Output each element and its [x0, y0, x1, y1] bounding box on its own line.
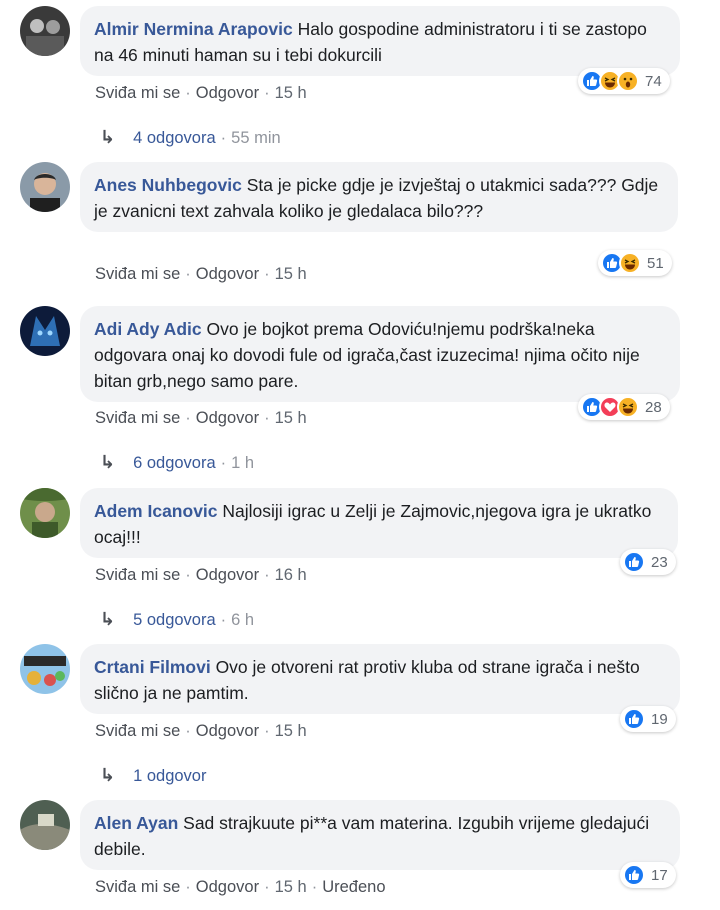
comment-actions: Sviđa mi se · Odgovor · 15 h	[95, 265, 307, 283]
replies-count[interactable]: 1 odgovor	[133, 767, 206, 785]
comment-actions: Sviđa mi se · Odgovor · 15 h	[95, 722, 307, 740]
like-link[interactable]: Sviđa mi se	[95, 722, 180, 740]
like-link[interactable]: Sviđa mi se	[95, 566, 180, 584]
reply-link[interactable]: Odgovor	[196, 84, 259, 102]
like-reaction-icon	[623, 551, 645, 573]
reaction-summary[interactable]: 51	[598, 250, 672, 276]
reaction-count: 17	[651, 866, 668, 884]
reaction-summary[interactable]: 23	[620, 549, 676, 575]
comment-timestamp[interactable]: 15 h	[275, 878, 307, 896]
wow-reaction-icon	[617, 70, 639, 92]
reaction-summary[interactable]: 19	[620, 706, 676, 732]
comment-author[interactable]: Almir Nermina Arapovic	[94, 19, 293, 39]
haha-reaction-icon	[617, 396, 639, 418]
reply-link[interactable]: Odgovor	[196, 878, 259, 896]
like-reaction-icon	[623, 864, 645, 886]
like-link[interactable]: Sviđa mi se	[95, 84, 180, 102]
reply-arrow-icon: ↳	[100, 452, 116, 472]
comment-bubble: Anes Nuhbegovic Sta je picke gdje je izv…	[80, 162, 678, 232]
reply-link[interactable]: Odgovor	[196, 722, 259, 740]
comment-author[interactable]: Anes Nuhbegovic	[94, 175, 242, 195]
avatar[interactable]	[20, 306, 70, 356]
reaction-count: 28	[645, 398, 662, 416]
comment-timestamp[interactable]: 15 h	[275, 84, 307, 102]
comment-timestamp[interactable]: 15 h	[275, 722, 307, 740]
reaction-count: 23	[651, 553, 668, 571]
reaction-summary[interactable]: 74	[578, 68, 670, 94]
comment-actions: Sviđa mi se · Odgovor · 15 h	[95, 84, 307, 102]
replies-time: 55 min	[231, 129, 281, 147]
comment-author[interactable]: Adem Icanovic	[94, 501, 218, 521]
reply-link[interactable]: Odgovor	[196, 566, 259, 584]
reaction-count: 74	[645, 72, 662, 90]
avatar[interactable]	[20, 488, 70, 538]
avatar[interactable]	[20, 800, 70, 850]
comment-feed: Almir Nermina Arapovic Halo gospodine ad…	[0, 0, 720, 910]
like-link[interactable]: Sviđa mi se	[95, 878, 180, 896]
reaction-count: 19	[651, 710, 668, 728]
comment-text: Sad strajkuute pi**a vam materina. Izgub…	[94, 813, 650, 859]
comment-bubble: Adi Ady Adic Ovo je bojkot prema Odoviću…	[80, 306, 680, 402]
comment-bubble: Alen Ayan Sad strajkuute pi**a vam mater…	[80, 800, 680, 870]
comment-timestamp[interactable]: 16 h	[275, 566, 307, 584]
comment-bubble: Crtani Filmovi Ovo je otvoreni rat proti…	[80, 644, 680, 714]
reaction-summary[interactable]: 17	[620, 862, 676, 888]
comment-author[interactable]: Crtani Filmovi	[94, 657, 211, 677]
comment-bubble: Adem Icanovic Najlosiji igrac u Zelji je…	[80, 488, 678, 558]
comment-timestamp[interactable]: 15 h	[275, 265, 307, 283]
comment-actions: Sviđa mi se · Odgovor · 16 h	[95, 566, 307, 584]
avatar[interactable]	[20, 162, 70, 212]
view-replies-link[interactable]: ↳ 5 odgovora · 6 h	[100, 609, 254, 630]
avatar[interactable]	[20, 644, 70, 694]
comment-author[interactable]: Adi Ady Adic	[94, 319, 202, 339]
haha-reaction-icon	[619, 252, 641, 274]
reply-arrow-icon: ↳	[100, 609, 116, 629]
like-link[interactable]: Sviđa mi se	[95, 409, 180, 427]
comment-actions: Sviđa mi se · Odgovor · 15 h	[95, 409, 307, 427]
edited-link[interactable]: Uređeno	[322, 878, 385, 896]
like-link[interactable]: Sviđa mi se	[95, 265, 180, 283]
reply-arrow-icon: ↳	[100, 127, 116, 147]
reply-link[interactable]: Odgovor	[196, 265, 259, 283]
reaction-count: 51	[647, 254, 664, 272]
view-replies-link[interactable]: ↳ 6 odgovora · 1 h	[100, 452, 254, 473]
replies-count[interactable]: 5 odgovora	[133, 611, 216, 629]
avatar[interactable]	[20, 6, 70, 56]
view-replies-link[interactable]: ↳ 1 odgovor	[100, 765, 206, 786]
comment-bubble: Almir Nermina Arapovic Halo gospodine ad…	[80, 6, 680, 76]
comment-timestamp[interactable]: 15 h	[275, 409, 307, 427]
like-reaction-icon	[623, 708, 645, 730]
comment-author[interactable]: Alen Ayan	[94, 813, 178, 833]
reply-arrow-icon: ↳	[100, 765, 116, 785]
reply-link[interactable]: Odgovor	[196, 409, 259, 427]
replies-time: 6 h	[231, 611, 255, 629]
reaction-summary[interactable]: 28	[578, 394, 670, 420]
view-replies-link[interactable]: ↳ 4 odgovora · 55 min	[100, 127, 281, 148]
comment-actions: Sviđa mi se · Odgovor · 15 h · Uređeno	[95, 878, 386, 896]
replies-count[interactable]: 4 odgovora	[133, 129, 216, 147]
replies-count[interactable]: 6 odgovora	[133, 454, 216, 472]
replies-time: 1 h	[231, 454, 255, 472]
